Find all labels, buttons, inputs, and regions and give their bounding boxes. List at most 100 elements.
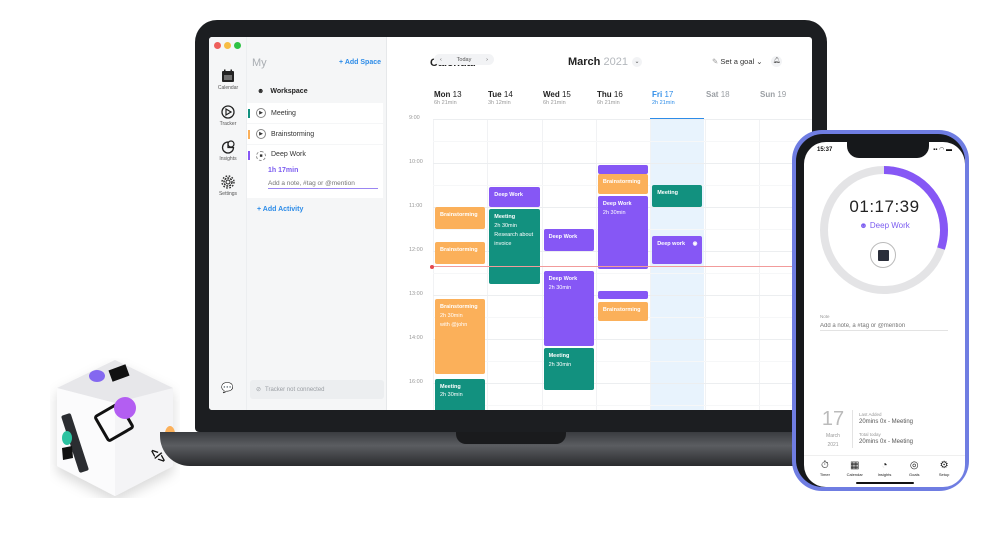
prev-week-button[interactable]: ‹ <box>440 57 442 63</box>
tab-goals[interactable]: ◎ Goals <box>902 460 926 477</box>
calendar-event[interactable]: Meeting 2h 30min <box>543 347 594 390</box>
day-total: 6h 21min <box>543 100 566 106</box>
day-date: 14 <box>503 90 513 99</box>
half-hour-line <box>433 141 812 142</box>
day-total: 3h 12min <box>488 100 511 106</box>
day-header-fri[interactable]: Fri 17 2h 21min <box>652 90 675 106</box>
add-activity-button[interactable]: + Add Activity <box>257 206 303 213</box>
tab-setup[interactable]: ⚙ Setup <box>932 460 956 477</box>
calendar-event[interactable]: Brainstorming <box>435 207 486 229</box>
day-total: 6h 21min <box>434 100 457 106</box>
calendar-event[interactable]: Brainstorming 2h 30min with @john <box>435 299 486 375</box>
activity-color-bar <box>248 129 250 139</box>
add-space-button[interactable]: + Add Space <box>339 59 381 66</box>
calendar-event[interactable]: Brainstorming <box>435 242 486 265</box>
desktop-app-window: Calendar Tracker Insights Settings 💬 My … <box>209 37 812 410</box>
event-detail: 2h 30min <box>494 222 517 229</box>
tracker-status: ⊘ Tracker not connected <box>250 380 384 399</box>
hour-line <box>433 163 812 164</box>
status-icons: ▪▪ ◠ ▬ <box>933 147 952 153</box>
day-header-tue[interactable]: Tue 14 3h 12min <box>488 90 513 106</box>
rail-item-tracker[interactable]: Tracker <box>209 105 247 127</box>
timer-progress-ring <box>820 166 948 294</box>
hour-line <box>433 339 812 340</box>
time-label: 12:00 <box>409 247 423 253</box>
rail-label: Insights <box>219 156 237 162</box>
stop-icon[interactable]: ■ <box>256 151 266 161</box>
event-detail: 2h 30min <box>440 313 463 320</box>
current-time-line <box>430 264 812 269</box>
day-header-wed[interactable]: Wed 15 6h 21min <box>543 90 571 106</box>
calendar-event[interactable]: Deep Work <box>543 229 594 251</box>
activity-item-meeting[interactable]: ▶ Meeting <box>247 103 383 123</box>
day-header-mon[interactable]: Mon 13 6h 21min <box>434 90 462 106</box>
tab-timer[interactable]: ⏱ Timer <box>813 460 837 477</box>
maximize-button[interactable] <box>234 42 241 49</box>
day-header-thu[interactable]: Thu 16 6h 21min <box>597 90 623 106</box>
stat-label: Last Added <box>859 412 882 417</box>
activity-label: Meeting <box>271 109 296 117</box>
play-icon[interactable]: ▶ <box>256 108 266 118</box>
close-button[interactable] <box>214 42 221 49</box>
day-date: 16 <box>613 90 623 99</box>
event-title: Deep Work <box>602 201 632 207</box>
calendar-event[interactable]: Deep work ◉ <box>652 235 703 265</box>
next-week-button[interactable]: › <box>486 57 488 63</box>
rail-item-calendar[interactable]: Calendar <box>209 69 247 91</box>
calendar-event[interactable]: Meeting 2h 30min <box>435 378 486 410</box>
stop-timer-button[interactable] <box>870 242 896 268</box>
nav-rail: Calendar Tracker Insights Settings 💬 <box>209 37 247 410</box>
calendar-event[interactable]: Deep Work 2h 30min <box>597 196 649 269</box>
calendar-event[interactable]: Meeting <box>652 185 703 207</box>
calendar-event[interactable]: Deep Work <box>489 187 540 207</box>
today-button[interactable]: Today <box>457 57 472 63</box>
activity-item-brainstorming[interactable]: ▶ Brainstorming <box>247 124 383 144</box>
notification-bell-icon[interactable]: 🔔︎ <box>771 56 782 67</box>
set-goal-label: Set a goal <box>720 57 755 66</box>
calendar-event[interactable] <box>597 165 649 174</box>
tab-insights[interactable]: ◔ Insights <box>872 460 896 477</box>
tab-label: Insights <box>877 472 892 477</box>
chat-support-icon[interactable]: 💬 <box>221 383 233 394</box>
running-indicator-icon: ◉ <box>692 240 698 247</box>
rail-item-insights[interactable]: Insights <box>209 140 247 162</box>
event-detail: 2h 30min <box>440 392 463 399</box>
workspace-header[interactable]: ☻ Workspace <box>257 88 308 95</box>
event-detail: 2h 30min <box>548 284 572 291</box>
month-label: March <box>568 56 601 68</box>
calendar-event[interactable]: Deep Work 2h 30min <box>543 270 594 346</box>
day-header-sun[interactable]: Sun 19 <box>760 90 786 100</box>
rail-label: Tracker <box>219 121 237 127</box>
rail-label: Calendar <box>217 85 239 91</box>
timer-activity[interactable]: ☻ Deep Work <box>804 221 965 230</box>
activity-item-deep-work[interactable]: ■ Deep Work 1h 17min <box>247 145 383 198</box>
day-date: 19 <box>777 90 787 99</box>
calendar-event[interactable]: Brainstorming <box>597 174 649 194</box>
workspace-icon: ☻ <box>257 88 265 95</box>
event-detail: with @john <box>440 321 468 328</box>
calendar-grid[interactable]: 9:00 10:00 11:00 12:00 13:00 14:00 16:00 Brains… <box>409 115 812 410</box>
set-goal-dropdown[interactable]: ✎ Set a goal ⌄ <box>712 57 763 66</box>
half-hour-line <box>433 361 812 362</box>
day-name: Fri <box>652 90 663 99</box>
timer-icon: ⏱ <box>820 460 829 471</box>
day-header-sat[interactable]: Sat 18 <box>706 90 730 100</box>
play-icon[interactable]: ▶ <box>256 129 266 139</box>
activity-duration: 1h 17min <box>268 167 299 174</box>
note-input[interactable] <box>820 321 948 331</box>
activity-note-input[interactable] <box>268 178 378 189</box>
tab-calendar[interactable]: ▦ Calendar <box>843 460 867 477</box>
tracker-disconnected-icon: ⊘ <box>256 387 262 393</box>
calendar-event[interactable] <box>597 290 649 300</box>
calendar-event[interactable]: Brainstorming <box>597 301 649 322</box>
minimize-button[interactable] <box>224 42 231 49</box>
divider <box>852 410 853 448</box>
tracker-icon <box>221 105 235 119</box>
rail-item-settings[interactable]: Settings <box>209 175 247 197</box>
day-name: Sat <box>706 90 719 99</box>
event-detail: 2h 30min <box>548 361 572 368</box>
calendar-event[interactable]: Meeting 2h 30min Research about invoice <box>489 209 540 284</box>
goals-icon: ◎ <box>909 460 919 471</box>
chevron-down-icon[interactable]: ⌄ <box>632 57 642 67</box>
half-hour-line <box>433 405 812 406</box>
